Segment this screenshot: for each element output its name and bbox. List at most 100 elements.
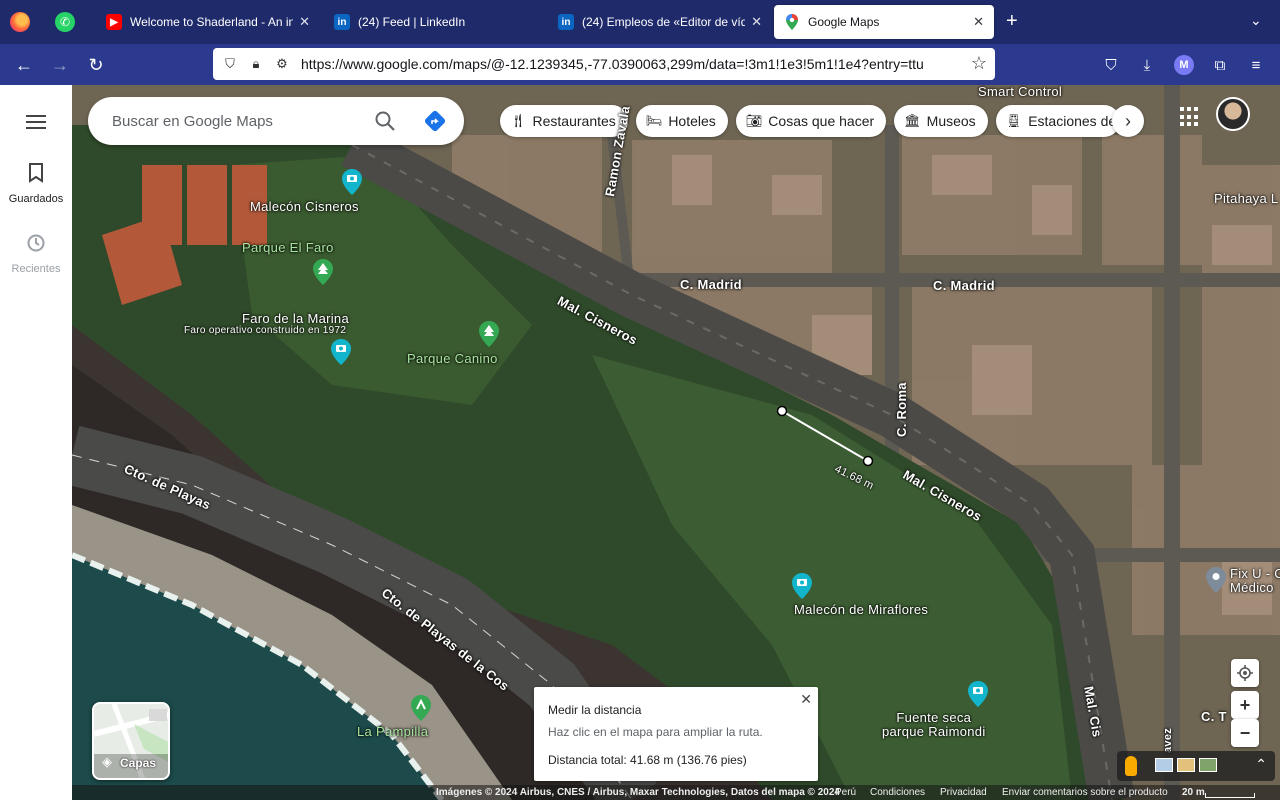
- zoom-in-button[interactable]: +: [1231, 691, 1259, 719]
- search-box[interactable]: [88, 97, 464, 145]
- poi-fuente-seca[interactable]: Fuente seca parque Raimondi: [882, 711, 986, 739]
- poi-fix-u-line-2: Médico: [1230, 580, 1274, 595]
- map-label-smart-control[interactable]: Smart Control: [978, 85, 1062, 99]
- chip-label: Hoteles: [668, 113, 716, 129]
- url-text[interactable]: https://www.google.com/maps/@-12.1239345…: [301, 56, 941, 72]
- tab-google-maps[interactable]: Google Maps ✕: [774, 5, 994, 39]
- download-icon[interactable]: ⤓: [1137, 55, 1157, 75]
- close-icon[interactable]: ✕: [973, 14, 984, 30]
- chip-restaurants[interactable]: 🍴︎ Restaurantes: [500, 105, 628, 137]
- poi-fix-u-medico[interactable]: Fix U - C Médico: [1230, 567, 1280, 595]
- new-tab-icon[interactable]: +: [1006, 10, 1018, 33]
- menu-icon[interactable]: ≡: [1246, 55, 1266, 75]
- pegman-icon[interactable]: [1125, 756, 1137, 776]
- search-input[interactable]: [112, 112, 362, 130]
- linkedin-icon: in: [334, 14, 350, 30]
- tab-linkedin-jobs[interactable]: in (24) Empleos de «Editor de víde ✕: [548, 0, 772, 44]
- forward-icon[interactable]: →: [48, 53, 72, 77]
- tab-linkedin-feed[interactable]: in (24) Feed | LinkedIn: [324, 0, 548, 44]
- map-footer: Imágenes © 2024 Airbus, CNES / Airbus, M…: [72, 785, 1280, 800]
- chevron-down-icon[interactable]: ⌄: [1250, 12, 1262, 29]
- country-link[interactable]: Perú: [835, 787, 856, 798]
- place-pin-icon[interactable]: [1206, 567, 1226, 593]
- poi-malecon-de-miraflores[interactable]: Malecón de Miraflores: [794, 602, 928, 617]
- close-icon[interactable]: ✕: [800, 691, 812, 708]
- zoom-out-button[interactable]: −: [1231, 719, 1259, 747]
- my-location-button[interactable]: [1231, 659, 1259, 687]
- street-label-c-roma: C. Roma: [894, 382, 909, 437]
- my-location-icon: [1237, 665, 1253, 681]
- reload-icon[interactable]: ↻: [84, 53, 108, 77]
- poi-parque-canino[interactable]: Parque Canino: [407, 351, 498, 366]
- terms-link[interactable]: Condiciones: [870, 787, 925, 798]
- category-chips: 🍴︎ Restaurantes 🛏︎ Hoteles 📷︎ Cosas que hac…: [500, 105, 1128, 137]
- map-label-pitahaya[interactable]: Pitahaya L: [1214, 191, 1278, 206]
- camera-pin-icon[interactable]: [331, 339, 351, 365]
- back-icon[interactable]: ←: [12, 53, 36, 77]
- pocket-icon[interactable]: ⛉: [1101, 55, 1121, 75]
- tab-youtube[interactable]: ▶ Welcome to Shaderland - An int ✕: [96, 0, 320, 44]
- terrain-layer-thumb[interactable]: [1199, 758, 1217, 772]
- measure-distance-panel: Medir la distancia Haz clic en el mapa p…: [534, 687, 818, 781]
- camera-pin-icon[interactable]: [792, 573, 812, 599]
- saved-label: Guardados: [8, 193, 64, 205]
- street-label-c-madrid: C. Madrid: [680, 277, 742, 292]
- tree-pin-icon[interactable]: [313, 259, 333, 285]
- extensions-icon[interactable]: ⧉: [1210, 55, 1230, 75]
- poi-fuente-line-2: parque Raimondi: [882, 724, 986, 739]
- shield-icon[interactable]: ⛉: [221, 55, 239, 73]
- poi-faro-description: Faro operativo construido en 1972: [184, 325, 347, 336]
- chip-transit-stations[interactable]: 🚆︎ Estaciones de t: [995, 105, 1120, 137]
- camera-pin-icon[interactable]: [968, 681, 988, 707]
- chevron-right-icon[interactable]: ›: [1112, 105, 1144, 137]
- fork-knife-icon: 🍴︎: [510, 113, 527, 128]
- poi-la-pampilla[interactable]: La Pampilla: [357, 724, 428, 739]
- recent-label: Recientes: [11, 263, 61, 275]
- chip-museums[interactable]: 🏛︎ Museos: [894, 105, 988, 137]
- bed-icon: 🛏︎: [645, 113, 663, 128]
- history-icon: [0, 233, 72, 259]
- bookmark-icon: [0, 163, 72, 189]
- poi-parque-el-faro[interactable]: Parque El Faro: [242, 240, 334, 255]
- account-avatar[interactable]: M: [1174, 55, 1194, 75]
- traffic-layer-thumb[interactable]: [1177, 758, 1195, 772]
- permissions-icon[interactable]: ⚙: [273, 55, 291, 73]
- tree-pin-icon[interactable]: [479, 321, 499, 347]
- firefox-icon[interactable]: [10, 12, 30, 32]
- close-icon[interactable]: ✕: [299, 14, 310, 30]
- google-apps-icon[interactable]: [1180, 107, 1200, 127]
- camera-pin-icon[interactable]: [342, 169, 362, 195]
- tab-title: Welcome to Shaderland - An int: [130, 15, 294, 29]
- trail-pin-icon[interactable]: [411, 695, 431, 721]
- chip-label: Museos: [926, 113, 976, 129]
- recent-button[interactable]: Recientes: [0, 233, 72, 275]
- close-icon[interactable]: ✕: [751, 14, 762, 30]
- lock-icon[interactable]: 🔒︎: [247, 55, 265, 73]
- layers-label: Capas: [120, 756, 157, 770]
- scale-bar[interactable]: [1205, 793, 1255, 798]
- hamburger-menu-icon[interactable]: [26, 115, 46, 129]
- whatsapp-icon[interactable]: ✆: [55, 12, 75, 32]
- chevron-up-icon[interactable]: ⌃: [1255, 756, 1267, 773]
- search-icon[interactable]: [374, 110, 396, 132]
- transit-layer-thumb[interactable]: [1155, 758, 1173, 772]
- privacy-link[interactable]: Privacidad: [940, 787, 987, 798]
- tab-title: Google Maps: [808, 15, 880, 29]
- chip-things-to-do[interactable]: 📷︎ Cosas que hacer: [735, 105, 887, 137]
- poi-malecon-cisneros[interactable]: Malecón Cisneros: [250, 199, 359, 214]
- scale-label[interactable]: 20 m: [1182, 787, 1205, 798]
- feedback-link[interactable]: Enviar comentarios sobre el producto: [1002, 787, 1168, 798]
- street-label-c-madrid: C. Madrid: [933, 278, 995, 293]
- chip-label: Cosas que hacer: [768, 113, 875, 129]
- satellite-map[interactable]: 🍴︎ Restaurantes 🛏︎ Hoteles 📷︎ Cosas que hac…: [72, 85, 1280, 800]
- saved-button[interactable]: Guardados: [0, 163, 72, 205]
- layers-button[interactable]: ◈ Capas: [92, 702, 170, 780]
- address-bar[interactable]: ⛉ 🔒︎ ⚙ https://www.google.com/maps/@-12.…: [213, 48, 995, 80]
- directions-icon[interactable]: [424, 110, 446, 132]
- bookmark-star-icon[interactable]: ☆: [971, 53, 987, 74]
- poi-faro-de-la-marina[interactable]: Faro de la Marina: [242, 311, 349, 326]
- chip-hotels[interactable]: 🛏︎ Hoteles: [635, 105, 728, 137]
- navigation-bar: ← → ↻ ⛉ 🔒︎ ⚙ https://www.google.com/maps…: [0, 44, 1280, 85]
- tab-title: (24) Feed | LinkedIn: [358, 15, 466, 29]
- user-avatar[interactable]: [1216, 97, 1250, 131]
